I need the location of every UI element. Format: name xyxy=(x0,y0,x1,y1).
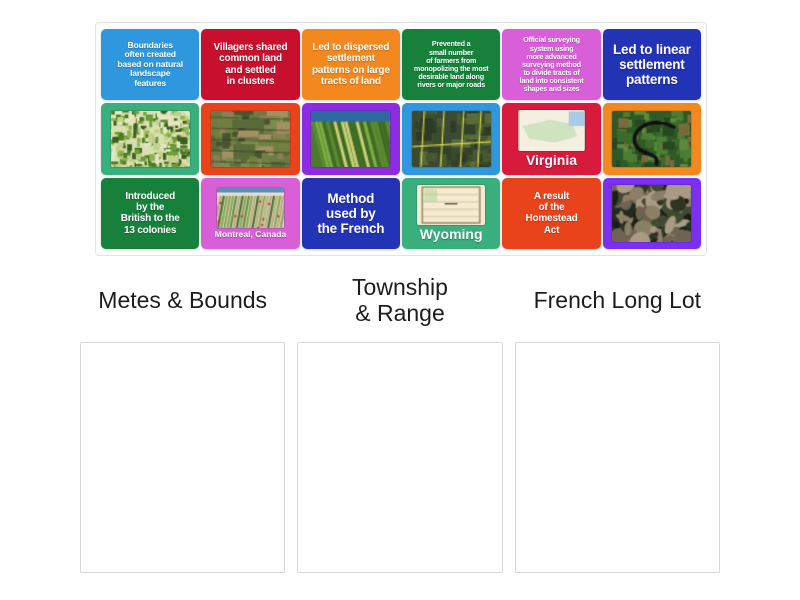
draggable-card[interactable]: Villagers shared common land and settled… xyxy=(201,29,300,101)
drop-zone[interactable] xyxy=(514,342,720,573)
draggable-card[interactable]: Wyoming xyxy=(402,177,501,249)
card-label: Villagers shared common land and settled… xyxy=(213,42,288,87)
card-image xyxy=(612,110,692,168)
draggable-card[interactable] xyxy=(402,103,501,175)
draggable-card[interactable]: Introduced by the British to the 13 colo… xyxy=(101,177,200,249)
draggable-card[interactable]: Led to linear settlement patterns xyxy=(602,29,701,101)
draggable-card[interactable]: Prevented a small number of farmers from… xyxy=(402,29,501,101)
card-caption: Virginia xyxy=(525,151,578,168)
draggable-card[interactable]: A result of the Homestead Act xyxy=(502,177,601,249)
card-label: Led to dispersed settlement patterns on … xyxy=(311,42,390,87)
card-image xyxy=(110,110,190,168)
drop-zone[interactable] xyxy=(297,342,503,573)
draggable-card[interactable] xyxy=(301,103,400,175)
card-image xyxy=(216,187,285,229)
draggable-card[interactable] xyxy=(602,103,701,175)
draggable-card[interactable] xyxy=(201,103,300,175)
card-label: Led to linear settlement patterns xyxy=(612,42,691,88)
draggable-card[interactable]: Virginia xyxy=(502,103,601,175)
card-grid: Boundaries often created based on natura… xyxy=(101,29,701,249)
draggable-card[interactable]: Method used by the French xyxy=(301,177,400,249)
card-label: Method used by the French xyxy=(317,190,385,236)
category-title: Township & Range xyxy=(352,274,448,326)
category-title-row: Metes & Bounds Township & Range French Lon… xyxy=(80,272,720,330)
card-label: Prevented a small number of farmers from… xyxy=(413,39,489,89)
card-label: A result of the Homestead Act xyxy=(525,190,578,236)
draggable-card[interactable] xyxy=(101,103,200,175)
draggable-card[interactable]: Official surveying system using more adv… xyxy=(502,29,601,101)
card-caption: Wyoming xyxy=(419,226,483,243)
drop-zone[interactable] xyxy=(80,342,286,573)
draggable-card[interactable] xyxy=(602,177,701,249)
card-image xyxy=(311,110,391,168)
word-bank-tray: Boundaries often created based on natura… xyxy=(95,22,707,256)
card-image xyxy=(517,110,586,151)
draggable-card[interactable]: Boundaries often created based on natura… xyxy=(101,29,200,101)
card-image xyxy=(612,185,692,242)
draggable-card[interactable]: Led to dispersed settlement patterns on … xyxy=(301,29,400,101)
category-title: French Long Lot xyxy=(533,287,702,314)
category-title: Metes & Bounds xyxy=(98,287,268,314)
card-caption: Montreal, Canada xyxy=(214,229,287,240)
draggable-card[interactable]: Montreal, Canada xyxy=(201,177,300,249)
card-image xyxy=(411,110,491,168)
card-label: Introduced by the British to the 13 colo… xyxy=(120,190,180,236)
card-label: Official surveying system using more adv… xyxy=(519,35,584,93)
card-label: Boundaries often created based on natura… xyxy=(117,39,183,89)
card-image xyxy=(210,110,291,168)
drop-zone-row xyxy=(80,342,720,573)
card-image xyxy=(417,184,486,226)
